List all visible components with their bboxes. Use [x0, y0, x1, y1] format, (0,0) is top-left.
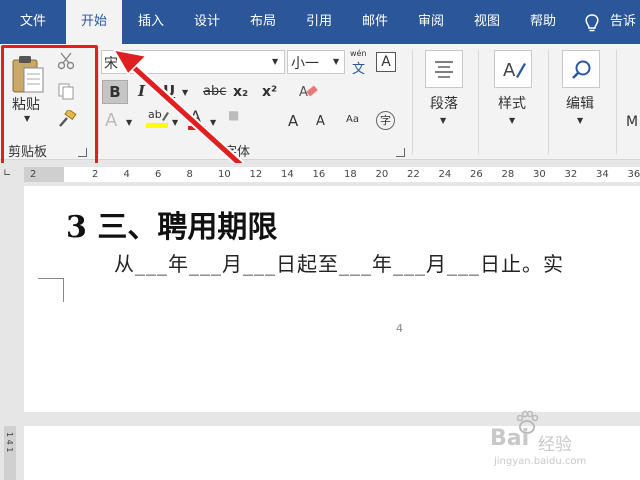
phonetic-guide-char: 文 [352, 62, 366, 77]
svg-text:A: A [299, 85, 308, 100]
ruler-tick: 10 [218, 169, 231, 180]
phonetic-guide-pinyin: wén [350, 49, 367, 58]
tab-insert[interactable]: 插入 [126, 0, 176, 44]
ruler-tick: 26 [470, 169, 483, 180]
tell-me-search[interactable]: 告诉 [610, 0, 640, 44]
shrink-font-button[interactable]: A [316, 114, 325, 129]
watermark-brand: Bai [490, 426, 530, 451]
ruler-tick: 24 [438, 169, 452, 180]
ruler-tick: 30 [533, 169, 546, 180]
ruler-tick: 36 [627, 169, 640, 180]
ruler-tick: 2 [30, 169, 37, 180]
page-corner-mark [38, 278, 64, 302]
paragraph-label[interactable]: 段落 [430, 93, 458, 113]
svg-text:A: A [503, 60, 516, 81]
superscript-button[interactable]: x² [262, 84, 277, 100]
editing-dropdown-icon[interactable]: ▼ [577, 116, 583, 125]
styles-button[interactable]: A [494, 50, 532, 88]
ruler-track [24, 167, 640, 182]
clear-formatting-icon[interactable]: A [298, 82, 318, 102]
ruler-tick: 16 [312, 169, 326, 180]
tab-layout[interactable]: 布局 [238, 0, 288, 44]
separator [616, 50, 617, 154]
ribbon-tab-bar: 文件 开始 插入 设计 布局 引用 邮件 审阅 视图 帮助 告诉 [0, 0, 640, 46]
tab-review[interactable]: 审阅 [406, 0, 456, 44]
lightbulb-icon[interactable] [584, 14, 600, 34]
tab-mailings[interactable]: 邮件 [350, 0, 400, 44]
section-heading[interactable]: 3 三、聘用期限 [66, 202, 277, 246]
separator [98, 50, 99, 154]
separator [478, 50, 479, 154]
styles-label[interactable]: 样式 [498, 93, 526, 113]
tab-view[interactable]: 视图 [462, 0, 512, 44]
ruler-tick: 12 [249, 169, 263, 180]
tab-design[interactable]: 设计 [182, 0, 232, 44]
ruler-tick: 28 [501, 169, 515, 180]
partial-group-label: M [626, 114, 639, 130]
font-size-dropdown-icon[interactable]: ▼ [333, 57, 339, 66]
paragraph-align-icon [435, 61, 453, 78]
change-case-button[interactable]: Aa [346, 114, 359, 125]
watermark-url: jingyan.baidu.com [494, 456, 587, 467]
grow-font-button[interactable]: A [288, 112, 298, 130]
ruler-tick: 20 [375, 169, 389, 180]
tab-help[interactable]: 帮助 [518, 0, 568, 44]
editing-button[interactable] [562, 50, 600, 88]
ruler-tick: 18 [344, 169, 357, 180]
ruler-tick: 32 [564, 169, 578, 180]
baidu-watermark: Bai 经验 jingyan.baidu.com [476, 410, 636, 478]
font-launcher-icon[interactable] [396, 148, 405, 157]
font-size-select[interactable]: 小一 ▼ [287, 50, 345, 74]
styles-icon: A [503, 60, 526, 81]
tab-file[interactable]: 文件 [4, 0, 62, 44]
vertical-ruler-track: 1 4 1 [4, 426, 16, 480]
editing-label[interactable]: 编辑 [566, 93, 594, 113]
ruler-tick: 4 [123, 169, 130, 180]
red-arrow-annotation [112, 48, 245, 169]
horizontal-ruler[interactable]: ∟ 2 2 4 6 8 10 12 14 16 18 20 22 24 26 28 30 32 34 36 [0, 163, 640, 185]
font-name-dropdown-icon[interactable]: ▼ [272, 57, 278, 66]
ruler-tick: 14 [281, 169, 294, 180]
ruler-tick: 2 [92, 169, 99, 180]
paragraph-dropdown-icon[interactable]: ▼ [440, 116, 446, 125]
document-page[interactable]: 3 三、聘用期限 从___年___月___日起至___年___月___日止。实 … [24, 186, 640, 412]
paragraph-button[interactable] [425, 50, 463, 88]
character-border-button[interactable]: A [376, 52, 396, 72]
ruler-tick: 34 [596, 169, 609, 180]
watermark-brand-suffix: 经验 [538, 435, 572, 455]
styles-dropdown-icon[interactable]: ▼ [509, 116, 515, 125]
separator [548, 50, 549, 154]
page-number: 4 [396, 322, 403, 335]
clipboard-highlight-box [1, 45, 98, 167]
enclose-characters-button[interactable]: 字 [376, 111, 395, 130]
ruler-tick: 6 [155, 169, 162, 180]
search-icon [572, 60, 591, 79]
ruler-tick: 22 [407, 169, 420, 180]
body-text[interactable]: 从___年___月___日起至___年___月___日止。实 [114, 248, 564, 277]
tab-references[interactable]: 引用 [294, 0, 344, 44]
ruler-tick: 8 [186, 169, 193, 180]
separator [412, 50, 413, 154]
ruler-tab-selector[interactable]: ∟ [3, 168, 11, 179]
font-size-value: 小一 [291, 56, 319, 72]
vertical-ruler-ticks: 1 4 1 [5, 432, 14, 453]
